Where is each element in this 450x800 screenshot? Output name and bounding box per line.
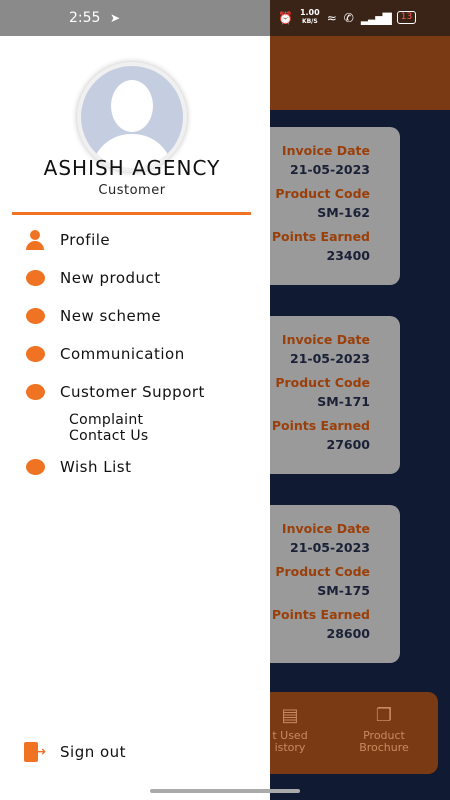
logout-icon: ➜ <box>24 742 48 762</box>
user-name: ASHISH AGENCY <box>43 156 221 180</box>
bullet-icon <box>24 270 46 286</box>
nav-brochure-line2: Brochure <box>359 741 409 754</box>
call-icon: ✆ <box>343 10 354 25</box>
menu-item-new-scheme[interactable]: New scheme <box>24 301 254 331</box>
menu-item-communication[interactable]: Communication <box>24 339 254 369</box>
status-bar: 2:55 ➤ ⏰ 1.00 KB/S ≈ ✆ ▂▃▅▇ 13 <box>0 0 450 36</box>
status-icons: ⏰ 1.00 KB/S ≈ ✆ ▂▃▅▇ 13 <box>278 9 417 26</box>
wifi-icon: ≈ <box>326 10 337 25</box>
status-time: 2:55 <box>69 10 101 26</box>
nav-product-brochure[interactable]: ❐ Product Brochure <box>344 705 424 754</box>
status-bar-left: 2:55 ➤ <box>0 0 270 36</box>
bullet-icon <box>24 459 46 475</box>
menu-label: Wish List <box>60 458 132 476</box>
menu-label: New scheme <box>60 307 162 325</box>
person-icon <box>24 230 46 250</box>
battery-icon: 13 <box>396 11 417 24</box>
menu-label: Profile <box>60 231 111 249</box>
bullet-icon <box>24 308 46 324</box>
alarm-icon: ⏰ <box>278 10 293 25</box>
menu-label: New product <box>60 269 161 287</box>
signal-icon: ▂▃▅▇ <box>360 10 392 25</box>
menu-item-new-product[interactable]: New product <box>24 263 254 293</box>
home-indicator[interactable] <box>150 789 300 793</box>
menu-label: Customer Support <box>60 383 205 401</box>
menu-item-profile[interactable]: Profile <box>24 225 254 255</box>
sign-out-label: Sign out <box>60 743 127 761</box>
net-speed: 1.00 KB/S <box>300 9 320 26</box>
net-speed-value: 1.00 <box>299 8 320 17</box>
submenu-item-contact-us[interactable]: Contact Us <box>69 428 148 444</box>
menu-label: Communication <box>60 345 185 363</box>
nav-point-used-line2: istory <box>274 741 306 754</box>
brochure-icon: ❐ <box>375 705 393 726</box>
menu-item-wish-list[interactable]: Wish List <box>24 452 254 482</box>
bullet-icon <box>24 346 46 362</box>
divider <box>12 212 251 215</box>
net-speed-unit: KB/S <box>301 18 318 25</box>
submenu-item-complaint[interactable]: Complaint <box>69 412 143 428</box>
menu-item-customer-support[interactable]: Customer Support <box>24 377 254 407</box>
avatar-placeholder-icon <box>81 66 183 168</box>
sign-out-button[interactable]: ➜ Sign out <box>24 742 126 762</box>
bullet-icon <box>24 384 46 400</box>
navigation-drawer: ASHISH AGENCY Customer Profile New produ… <box>0 36 270 800</box>
user-role: Customer <box>98 183 166 198</box>
telegram-icon: ➤ <box>110 11 121 25</box>
